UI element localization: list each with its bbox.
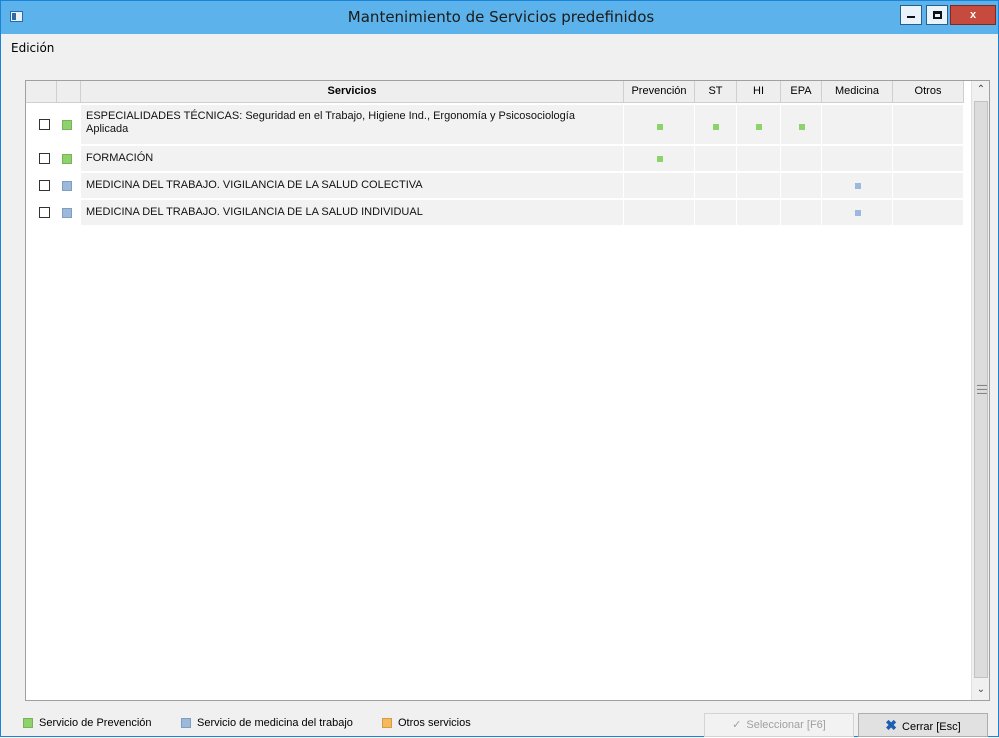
mark-cell[interactable] — [695, 200, 737, 225]
header-epa[interactable]: EPA — [781, 81, 822, 103]
mark-cell[interactable] — [624, 105, 695, 144]
window-title: Mantenimiento de Servicios predefinidos — [347, 8, 655, 26]
table-row[interactable]: MEDICINA DEL TRABAJO. VIGILANCIA DE LA S… — [26, 173, 971, 198]
close-icon: x — [969, 9, 977, 21]
header-st[interactable]: ST — [695, 81, 737, 103]
mark-cell[interactable] — [822, 105, 893, 144]
medicine-color-swatch — [181, 718, 191, 728]
mark-cell[interactable] — [822, 146, 893, 171]
row-gutter — [26, 200, 81, 225]
scroll-up-icon[interactable]: ⌃ — [972, 81, 990, 99]
mark-cell[interactable] — [737, 105, 781, 144]
header-medicina[interactable]: Medicina — [822, 81, 893, 103]
service-type-icon — [62, 154, 72, 164]
menu-bar: Edición — [9, 36, 989, 60]
row-checkbox[interactable] — [39, 180, 50, 191]
legend-label: Servicio de medicina del trabajo — [197, 717, 353, 729]
mark-cell[interactable] — [822, 200, 893, 225]
mark-cell[interactable] — [781, 173, 822, 198]
service-mark-icon — [855, 183, 861, 189]
row-checkbox[interactable] — [39, 207, 50, 218]
service-mark-icon — [855, 210, 861, 216]
service-name: FORMACIÓN — [86, 152, 154, 164]
row-gutter — [26, 173, 81, 198]
select-button[interactable]: ✓ Seleccionar [F6] — [704, 713, 854, 737]
vertical-scrollbar[interactable]: ⌃ — — — ⌄ — [971, 81, 989, 700]
prevention-color-swatch — [23, 718, 33, 728]
footer: Servicio de Prevención Servicio de medic… — [1, 708, 998, 737]
header-otros[interactable]: Otros — [893, 81, 964, 103]
mark-cell[interactable] — [695, 173, 737, 198]
mark-cell[interactable] — [737, 173, 781, 198]
minimize-icon — [907, 16, 915, 18]
header-prevencion[interactable]: Prevención — [624, 81, 695, 103]
table-row[interactable]: FORMACIÓN — [26, 146, 971, 171]
row-checkbox[interactable] — [39, 153, 50, 164]
mark-cell[interactable] — [624, 200, 695, 225]
minimize-button[interactable] — [900, 5, 922, 25]
mark-cell[interactable] — [781, 146, 822, 171]
row-gutter — [26, 146, 81, 171]
service-type-icon — [62, 120, 72, 130]
mark-cell[interactable] — [893, 173, 964, 198]
mark-cell[interactable] — [893, 105, 964, 144]
select-label: Seleccionar [F6] — [746, 719, 826, 731]
other-color-swatch — [382, 718, 392, 728]
main-window: Mantenimiento de Servicios predefinidos … — [0, 0, 999, 737]
maximize-button[interactable] — [926, 5, 948, 25]
table-row[interactable]: MEDICINA DEL TRABAJO. VIGILANCIA DE LA S… — [26, 200, 971, 225]
mark-cell[interactable] — [822, 173, 893, 198]
close-button[interactable]: x — [950, 5, 996, 25]
header-hi[interactable]: HI — [737, 81, 781, 103]
table-row[interactable]: ESPECIALIDADES TÉCNICAS: Seguridad en el… — [26, 105, 971, 144]
service-mark-icon — [657, 124, 663, 130]
menu-edicion[interactable]: Edición — [9, 41, 56, 55]
service-mark-icon — [657, 156, 663, 162]
title-bar[interactable]: Mantenimiento de Servicios predefinidos … — [1, 1, 998, 34]
maximize-icon — [932, 11, 942, 19]
row-gutter — [26, 105, 81, 144]
grip-icon: — — — — [977, 380, 987, 399]
service-mark-icon — [756, 124, 762, 130]
header-servicios[interactable]: Servicios — [81, 81, 624, 103]
header-check-column — [26, 81, 57, 103]
service-mark-icon — [799, 124, 805, 130]
header-type-column — [57, 81, 81, 103]
mark-cell[interactable] — [695, 146, 737, 171]
mark-cell[interactable] — [893, 146, 964, 171]
legend-label: Otros servicios — [398, 717, 471, 729]
service-type-icon — [62, 181, 72, 191]
close-x-icon: ✖ — [885, 717, 898, 733]
scrollbar-thumb[interactable]: — — — — [974, 101, 988, 678]
mark-cell[interactable] — [737, 146, 781, 171]
service-name: MEDICINA DEL TRABAJO. VIGILANCIA DE LA S… — [86, 179, 423, 191]
mark-cell[interactable] — [624, 146, 695, 171]
grid-body: Servicios Prevención ST HI EPA Medicina … — [26, 81, 971, 700]
services-grid: Servicios Prevención ST HI EPA Medicina … — [25, 80, 990, 701]
service-name: MEDICINA DEL TRABAJO. VIGILANCIA DE LA S… — [86, 206, 423, 218]
close-label: Cerrar [Esc] — [902, 721, 961, 733]
close-dialog-button[interactable]: ✖ Cerrar [Esc] — [858, 713, 988, 737]
scroll-down-icon[interactable]: ⌄ — [972, 681, 990, 699]
service-type-icon — [62, 208, 72, 218]
checkmark-icon: ✓ — [732, 719, 742, 731]
mark-cell[interactable] — [737, 200, 781, 225]
mark-cell[interactable] — [781, 105, 822, 144]
mark-cell[interactable] — [695, 105, 737, 144]
row-checkbox[interactable] — [39, 119, 50, 130]
service-name: ESPECIALIDADES TÉCNICAS: Seguridad en el… — [86, 110, 575, 135]
service-mark-icon — [713, 124, 719, 130]
mark-cell[interactable] — [781, 200, 822, 225]
legend-label: Servicio de Prevención — [39, 717, 152, 729]
mark-cell[interactable] — [624, 173, 695, 198]
mark-cell[interactable] — [893, 200, 964, 225]
